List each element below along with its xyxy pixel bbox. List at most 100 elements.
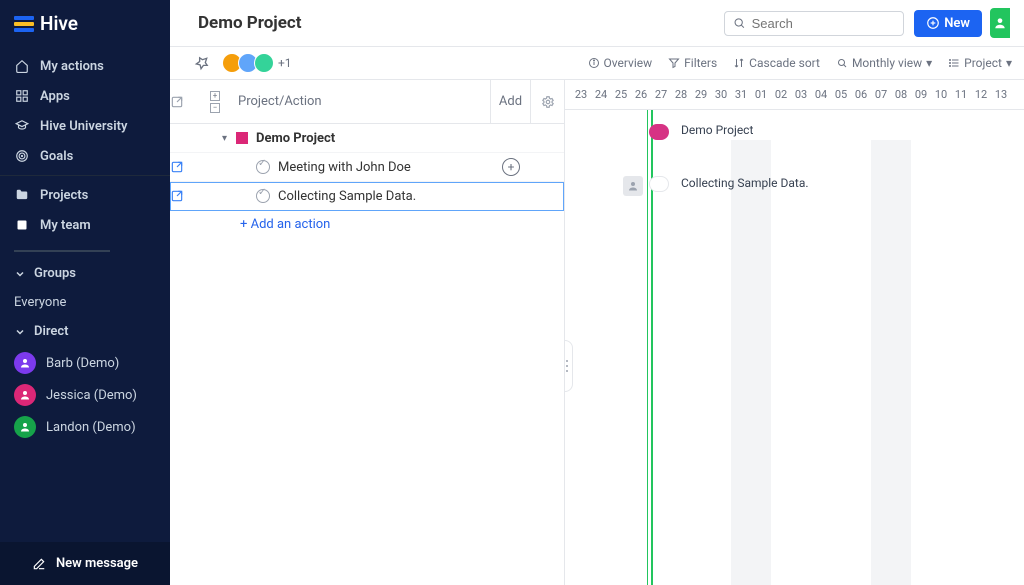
new-button[interactable]: New [914,10,982,37]
task-list-header: + − Project/Action Add [170,80,564,124]
hive-logo-icon [14,16,34,32]
direct-label: Direct [34,324,69,339]
gantt-day: 01 [751,88,771,101]
gantt-day: 07 [871,88,891,101]
plus-circle-icon [926,16,940,30]
sort-icon [733,57,745,69]
project-color-icon [236,132,248,144]
gear-icon [541,95,555,109]
checkbox-icon[interactable] [256,160,270,174]
gantt-day: 26 [631,88,651,101]
project-dropdown[interactable]: Project ▾ [948,56,1012,70]
gantt-body[interactable]: Demo Project Collecting Sample Data. [565,110,1024,585]
search-input[interactable] [752,16,896,31]
resize-indicator [14,250,110,252]
person-barb[interactable]: Barb (Demo) [0,347,170,379]
column-add[interactable]: Add [490,80,530,123]
profile-button[interactable] [990,8,1010,38]
collapse-all-icon: − [210,103,220,113]
task-row[interactable]: Collecting Sample Data. [170,182,564,211]
gantt-bar-project[interactable] [649,124,669,140]
external-icon [170,95,184,109]
user-icon [627,180,639,192]
user-icon [993,16,1007,30]
apps-icon [14,88,30,104]
gantt-day: 13 [991,88,1011,101]
nav-my-team[interactable]: My team [0,210,170,240]
column-project-action: Project/Action [226,94,490,109]
gantt-day: 11 [951,88,971,101]
square-icon [14,217,30,233]
gantt-label-task: Collecting Sample Data. [681,176,809,190]
checkbox-icon[interactable] [256,189,270,203]
gantt-day: 24 [591,88,611,101]
topbar: Demo Project New [170,0,1024,47]
groups-label: Groups [34,266,76,281]
person-name: Barb (Demo) [46,356,119,371]
add-action-button[interactable]: + Add an action [170,211,564,238]
pin-icon [194,55,210,71]
member-avatars[interactable]: +1 [222,53,292,73]
add-subtask-button[interactable]: + [502,158,520,176]
column-settings[interactable] [530,80,564,123]
gantt-day: 05 [831,88,851,101]
search-box[interactable] [724,11,904,36]
chevron-down-icon [14,326,28,338]
nav-apps[interactable]: Apps [0,81,170,111]
brand-logo[interactable]: Hive [0,0,170,47]
today-marker-edge [647,110,648,585]
nav-goals[interactable]: Goals [0,141,170,171]
gantt-day: 09 [911,88,931,101]
collapse-arrow-icon[interactable]: ▾ [222,133,236,144]
task-row[interactable]: Meeting with John Doe + [170,153,564,182]
new-message-button[interactable]: New message [0,542,170,585]
external-icon [170,189,184,203]
expand-collapse-header[interactable]: + − [208,90,222,114]
avatar-icon [14,384,36,406]
member-count: +1 [278,56,292,70]
nav-label: Apps [40,89,70,104]
gantt-day: 06 [851,88,871,101]
person-jessica[interactable]: Jessica (Demo) [0,379,170,411]
view-dropdown[interactable]: Monthly view ▾ [836,56,932,70]
nav-my-actions[interactable]: My actions [0,51,170,81]
pin-button[interactable] [194,55,210,71]
avatar-icon [14,352,36,374]
groups-header[interactable]: Groups [0,258,170,289]
gantt-day: 30 [711,88,731,101]
assignee-avatar[interactable] [623,176,643,196]
direct-header[interactable]: Direct [0,316,170,347]
gantt-panel: 2324252627282930310102030405060708091011… [565,80,1024,585]
open-card-header[interactable] [170,95,204,109]
gantt-day: 04 [811,88,831,101]
gantt-day: 08 [891,88,911,101]
brand-name: Hive [40,12,78,35]
sidebar: Hive My actions Apps Hive University Goa… [0,0,170,585]
panel-resize-handle[interactable] [565,340,573,392]
gantt-label-project: Demo Project [681,123,753,137]
project-title: Demo Project [198,13,302,33]
subbar: +1 Overview Filters Cascade sort Monthly… [170,47,1024,80]
open-card-button[interactable] [170,189,204,203]
project-row[interactable]: ▾ Demo Project [170,124,564,153]
open-card-button[interactable] [170,160,204,174]
nav-label: Goals [40,149,73,164]
task-list-panel: + − Project/Action Add ▾ Demo Project [170,80,565,585]
gantt-date-header: 2324252627282930310102030405060708091011… [565,80,1024,110]
list-icon [948,57,960,69]
target-icon [14,148,30,164]
overview-button[interactable]: Overview [588,56,653,70]
caret-down-icon: ▾ [926,56,932,70]
avatar-icon [254,53,274,73]
nav-projects[interactable]: Projects [0,180,170,210]
filters-button[interactable]: Filters [668,56,717,70]
main-area: Demo Project New +1 [170,0,1024,585]
group-everyone[interactable]: Everyone [0,289,170,316]
gantt-day: 03 [791,88,811,101]
nav-hive-university[interactable]: Hive University [0,111,170,141]
nav-label: Hive University [40,119,127,134]
cascade-sort-button[interactable]: Cascade sort [733,56,820,70]
gantt-day: 27 [651,88,671,101]
person-landon[interactable]: Landon (Demo) [0,411,170,443]
gantt-bar-task[interactable] [649,176,669,192]
